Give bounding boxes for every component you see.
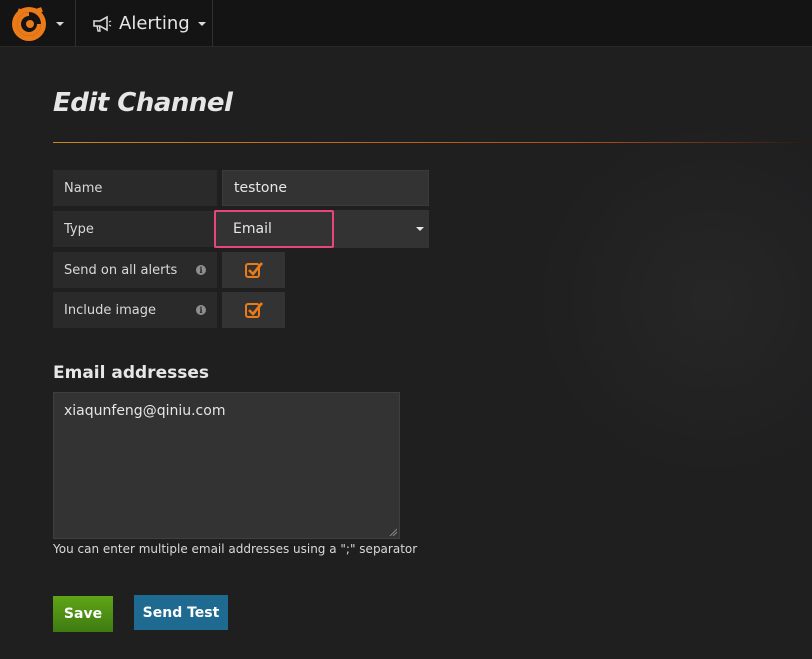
send-all-label: Send on all alerts xyxy=(64,262,178,278)
email-addresses-textarea[interactable]: xiaqunfeng@qiniu.com xyxy=(53,392,400,539)
send-all-checkbox[interactable] xyxy=(222,252,285,288)
checkbox-checked-icon xyxy=(244,302,263,318)
include-image-label: Include image xyxy=(64,302,156,318)
section-title: Alerting xyxy=(119,13,190,34)
email-help-text: You can enter multiple email addresses u… xyxy=(53,542,418,556)
name-label: Name xyxy=(53,170,217,206)
include-image-label-row: Include image i xyxy=(53,292,217,328)
save-button[interactable]: Save xyxy=(53,596,113,632)
info-icon[interactable]: i xyxy=(196,265,206,275)
email-section-heading: Email addresses xyxy=(53,363,209,383)
info-icon[interactable]: i xyxy=(196,305,206,315)
background-decoration xyxy=(532,120,812,480)
section-dropdown[interactable]: Alerting xyxy=(77,0,213,47)
include-image-checkbox[interactable] xyxy=(222,292,285,328)
chevron-down-icon xyxy=(416,227,424,231)
top-navbar: Alerting xyxy=(0,0,812,47)
title-divider xyxy=(53,142,812,143)
send-all-label-row: Send on all alerts i xyxy=(53,252,217,288)
chevron-down-icon xyxy=(56,21,64,26)
name-input[interactable]: testone xyxy=(222,170,429,206)
grafana-logo-icon xyxy=(12,6,46,41)
chevron-down-icon xyxy=(197,21,206,26)
checkbox-checked-icon xyxy=(244,262,263,278)
send-test-button[interactable]: Send Test xyxy=(134,595,228,630)
megaphone-icon xyxy=(93,15,112,32)
type-label: Type xyxy=(53,211,217,247)
edit-channel-page: Alerting Edit Channel Name testone Type … xyxy=(0,0,812,659)
email-addresses-value: xiaqunfeng@qiniu.com xyxy=(64,403,226,419)
grafana-menu-button[interactable] xyxy=(0,0,76,47)
type-select-value: Email xyxy=(233,221,272,237)
type-select[interactable]: Email xyxy=(214,210,429,248)
page-title: Edit Channel xyxy=(53,88,233,118)
resize-handle-icon[interactable] xyxy=(389,528,397,536)
